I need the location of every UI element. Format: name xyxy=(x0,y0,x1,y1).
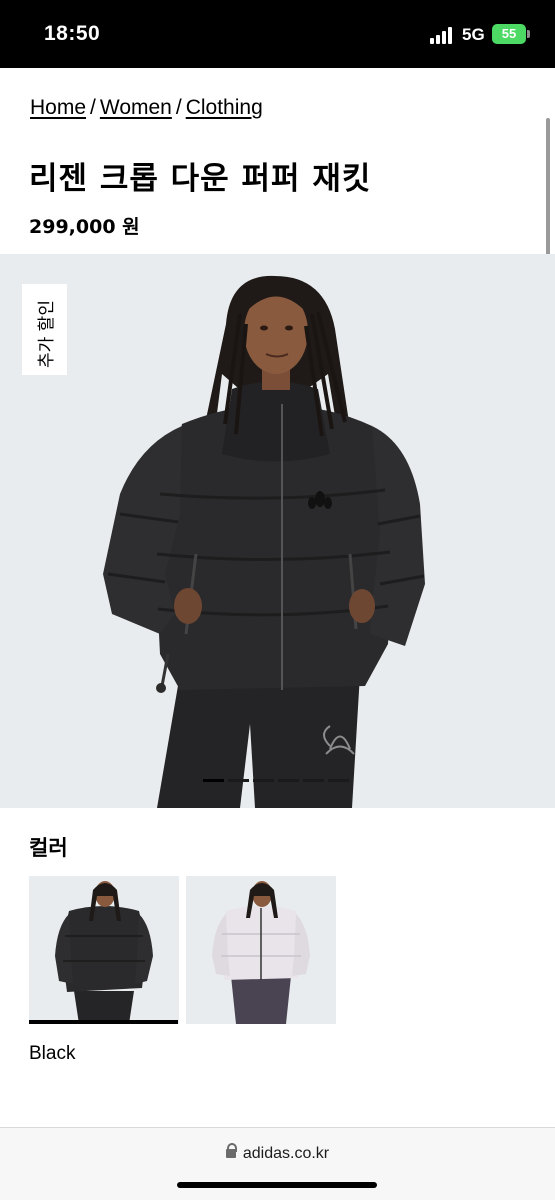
network-label: 5G xyxy=(462,25,485,44)
breadcrumb-separator: / xyxy=(175,96,182,119)
breadcrumb: Home / Women / Clothing xyxy=(30,96,263,120)
status-time: 18:50 xyxy=(44,22,101,45)
breadcrumb-clothing-link[interactable]: Clothing xyxy=(186,96,263,119)
breadcrumb-women-link[interactable]: Women xyxy=(100,96,172,119)
carousel-dot-active[interactable] xyxy=(203,779,224,782)
battery-icon: 55 xyxy=(492,24,526,44)
product-title: 리젠 크롭 다운 퍼퍼 재킷 xyxy=(29,161,372,197)
product-price: 299,000 원 xyxy=(29,216,140,238)
swatch-white-photo xyxy=(212,881,310,1024)
carousel-dot[interactable] xyxy=(253,779,274,782)
home-indicator[interactable] xyxy=(177,1182,377,1188)
selected-swatch-indicator xyxy=(29,1020,178,1024)
carousel-dot[interactable] xyxy=(228,779,249,782)
carousel-dot[interactable] xyxy=(278,779,299,782)
browser-address-bar[interactable]: adidas.co.kr xyxy=(0,1127,555,1200)
swatch-black-photo xyxy=(55,881,153,1024)
carousel-dot[interactable] xyxy=(303,779,324,782)
status-bar: 18:50 5G 55 xyxy=(0,0,555,68)
lock-icon xyxy=(225,1143,237,1158)
signal-icon xyxy=(430,27,456,44)
selected-color-name: Black xyxy=(29,1043,76,1064)
product-image-carousel[interactable]: 추가 할인 xyxy=(0,254,555,808)
extra-discount-badge: 추가 할인 xyxy=(22,284,67,375)
breadcrumb-home-link[interactable]: Home xyxy=(30,96,86,119)
battery-tip xyxy=(527,30,530,38)
url-text: adidas.co.kr xyxy=(242,1145,330,1162)
color-swatch-black[interactable] xyxy=(29,876,179,1024)
extra-discount-label: 추가 할인 xyxy=(37,300,57,368)
carousel-dot[interactable] xyxy=(328,779,349,782)
color-swatch-white[interactable] xyxy=(186,876,336,1024)
url-display[interactable]: adidas.co.kr xyxy=(0,1143,555,1163)
color-section-title: 컬러 xyxy=(29,836,68,860)
breadcrumb-separator: / xyxy=(90,96,96,119)
product-photo xyxy=(103,275,425,808)
